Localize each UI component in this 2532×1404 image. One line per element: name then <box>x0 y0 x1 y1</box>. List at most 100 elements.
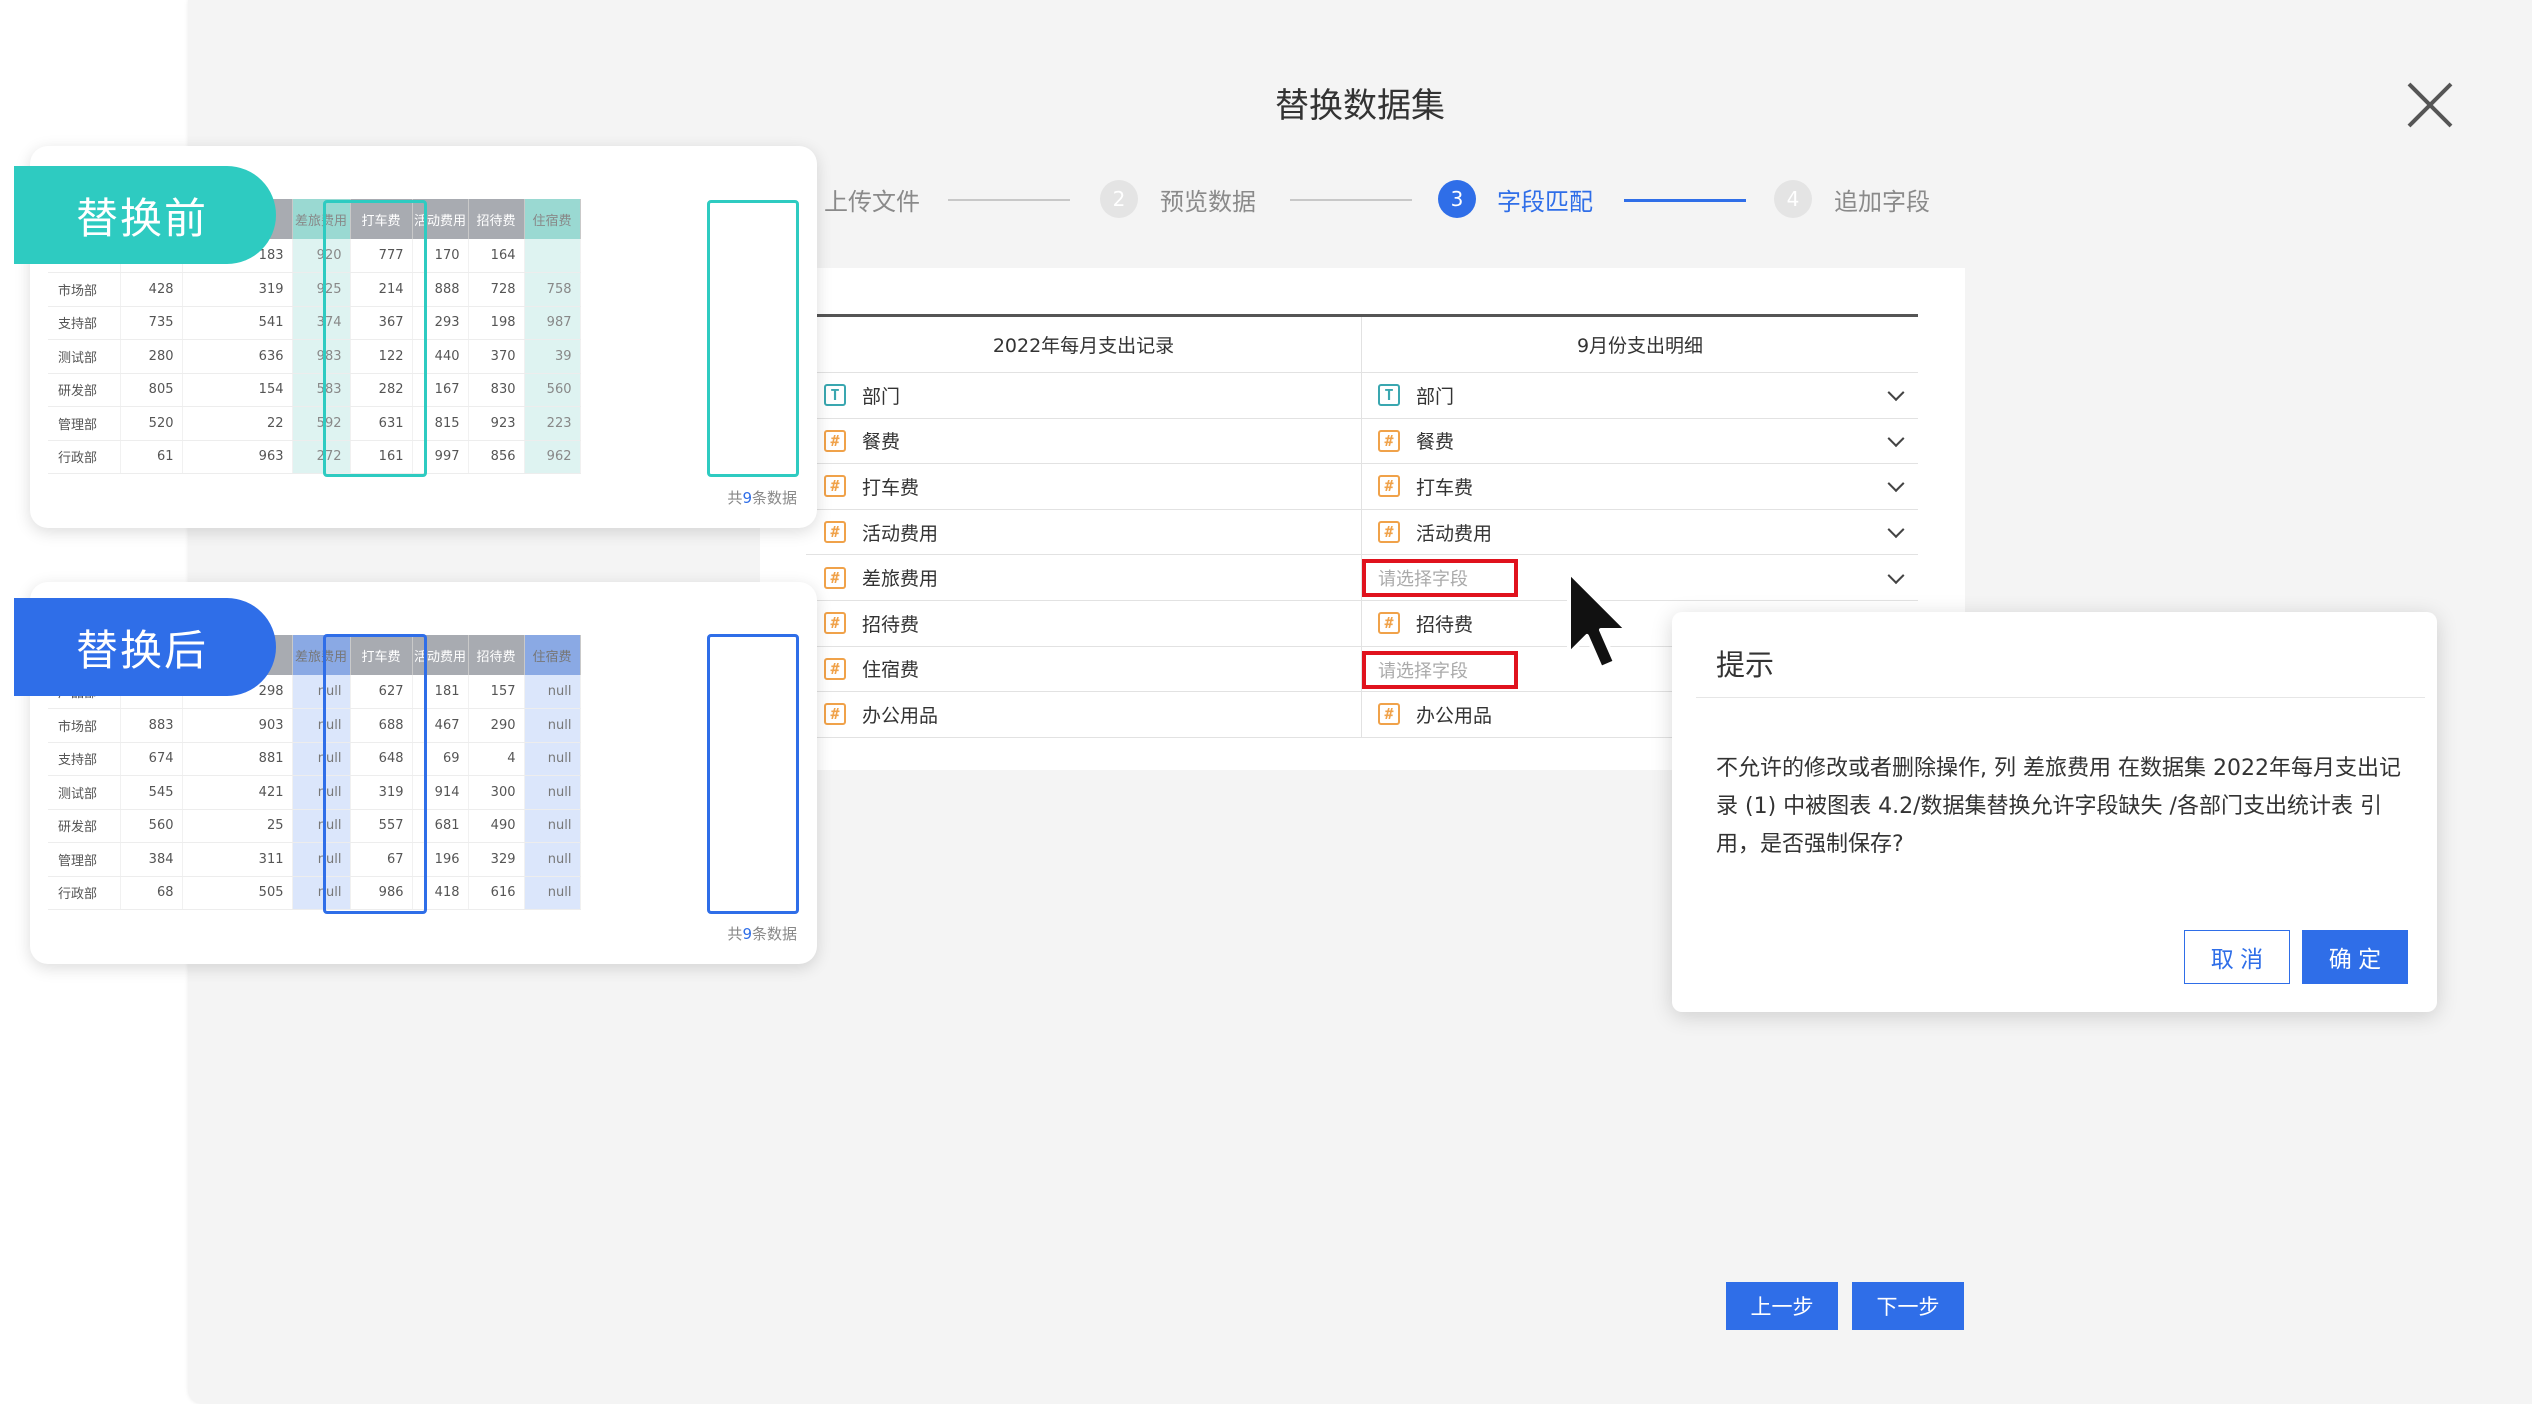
table-cell: 67 <box>350 842 413 877</box>
confirm-button[interactable]: 确 定 <box>2302 930 2408 984</box>
step-2-number[interactable]: 2 <box>1100 180 1138 218</box>
table-cell: null <box>292 876 351 910</box>
column-header: 打车费 <box>350 635 413 675</box>
table-cell: 管理部 <box>48 842 121 877</box>
step-connector-active <box>1624 199 1746 202</box>
source-field: # 活动费用 <box>806 509 1362 555</box>
table-cell <box>524 239 581 273</box>
table-row: 支持部 735 541 374 367 293 198 987 <box>48 306 581 340</box>
step-3-number[interactable]: 3 <box>1438 180 1476 218</box>
table-cell: null <box>524 775 581 810</box>
table-cell: 122 <box>350 339 413 374</box>
lodging-column-highlight <box>707 634 799 914</box>
table-cell: 777 <box>350 239 413 273</box>
step-2-label[interactable]: 预览数据 <box>1160 182 1256 217</box>
step-4-number[interactable]: 4 <box>1774 180 1812 218</box>
table-cell: 881 <box>182 742 293 776</box>
column-header: 差旅费用 <box>292 635 351 675</box>
missing-field-placeholder[interactable]: 请选择字段 <box>1362 650 1518 689</box>
target-field-select[interactable]: T 部门 <box>1362 373 1918 418</box>
mapping-header-row: 2022年每月支出记录 9月份支出明细 <box>806 317 1918 373</box>
table-cell: 616 <box>468 876 525 910</box>
table-cell: 319 <box>182 272 293 307</box>
source-field-name: 打车费 <box>862 476 920 499</box>
table-cell: 735 <box>120 306 183 340</box>
table-cell: 154 <box>182 373 293 407</box>
number-type-icon: # <box>1378 475 1400 498</box>
table-cell: 市场部 <box>48 272 121 307</box>
next-step-button[interactable]: 下一步 <box>1852 1282 1964 1330</box>
step-3-label[interactable]: 字段匹配 <box>1497 182 1593 217</box>
table-cell: 374 <box>292 306 351 340</box>
table-cell: 636 <box>182 339 293 374</box>
chevron-down-icon[interactable] <box>1887 521 1905 539</box>
table-cell: 592 <box>292 406 351 441</box>
column-header: 打车费 <box>350 199 413 239</box>
row-count: 共9条数据 <box>727 925 797 943</box>
table-cell: 505 <box>182 876 293 910</box>
target-field-select[interactable]: # 餐费 <box>1362 419 1918 464</box>
table-cell: 856 <box>468 440 525 474</box>
number-type-icon: # <box>824 429 846 452</box>
table-cell: null <box>524 675 581 709</box>
table-cell: 市场部 <box>48 708 121 743</box>
chevron-down-icon[interactable] <box>1887 384 1905 402</box>
cancel-button[interactable]: 取 消 <box>2184 930 2290 984</box>
table-cell: 560 <box>120 809 183 843</box>
target-field-select[interactable]: # 活动费用 <box>1362 510 1918 555</box>
source-field: T 部门 <box>806 373 1362 418</box>
prev-step-button[interactable]: 上一步 <box>1726 1282 1838 1330</box>
modal-title: 替换数据集 <box>1275 86 1445 126</box>
table-cell: null <box>292 742 351 776</box>
target-field-name: 活动费用 <box>1416 522 1493 545</box>
step-4-label[interactable]: 追加字段 <box>1834 182 1930 217</box>
number-type-icon: # <box>1378 612 1400 635</box>
table-cell: 805 <box>120 373 183 407</box>
table-row: 市场部 428 319 925 214 888 728 758 <box>48 272 581 307</box>
table-cell: 196 <box>412 842 469 877</box>
table-cell: 319 <box>350 775 413 810</box>
chevron-down-icon[interactable] <box>1887 566 1905 584</box>
dialog-message: 不允许的修改或者删除操作, 列 差旅费用 在数据集 2022年每月支出记录 (1… <box>1716 756 2401 857</box>
source-field-name: 部门 <box>862 385 901 408</box>
source-field-name: 办公用品 <box>862 704 939 727</box>
table-cell: 367 <box>350 306 413 340</box>
table-cell: 560 <box>524 373 581 407</box>
number-type-icon: # <box>824 475 846 498</box>
table-row: 行政部 61 963 272 161 997 856 962 <box>48 440 581 474</box>
column-header: 招待费 <box>468 199 525 239</box>
table-cell: 681 <box>412 809 469 843</box>
table-cell: 983 <box>292 339 351 374</box>
source-field: # 招待费 <box>806 600 1362 646</box>
missing-field-placeholder[interactable]: 请选择字段 <box>1362 559 1518 598</box>
source-field-name: 招待费 <box>862 613 920 636</box>
table-cell: 728 <box>468 272 525 307</box>
column-header: 住宿费 <box>524 199 581 239</box>
close-icon[interactable] <box>2405 80 2455 130</box>
table-cell: 4 <box>468 742 525 776</box>
source-field-name: 活动费用 <box>862 522 939 545</box>
column-header: 住宿费 <box>524 635 581 675</box>
step-1-label[interactable]: 上传文件 <box>824 182 920 217</box>
table-cell: 管理部 <box>48 406 121 441</box>
table-cell: null <box>292 842 351 877</box>
table-cell: null <box>292 675 351 709</box>
number-type-icon: # <box>824 521 846 544</box>
table-cell: null <box>524 742 581 776</box>
chevron-down-icon[interactable] <box>1887 475 1905 493</box>
chevron-down-icon[interactable] <box>1887 430 1905 447</box>
table-cell: 39 <box>524 339 581 374</box>
target-field-select[interactable]: # 打车费 <box>1362 464 1918 509</box>
mapping-row: T 部门 T 部门 <box>806 373 1918 419</box>
table-cell: 997 <box>412 440 469 474</box>
table-cell: 631 <box>350 406 413 441</box>
table-cell: 830 <box>468 373 525 407</box>
table-cell: 研发部 <box>48 809 121 843</box>
table-cell: 293 <box>412 306 469 340</box>
table-row: 管理部 520 22 592 631 815 923 223 <box>48 406 581 441</box>
table-cell: 440 <box>412 339 469 374</box>
column-header: 差旅费用 <box>292 199 351 239</box>
table-row: 测试部 280 636 983 122 440 370 39 <box>48 339 581 374</box>
table-cell: 883 <box>120 708 183 743</box>
target-field-select[interactable]: 请选择字段 <box>1362 555 1918 600</box>
